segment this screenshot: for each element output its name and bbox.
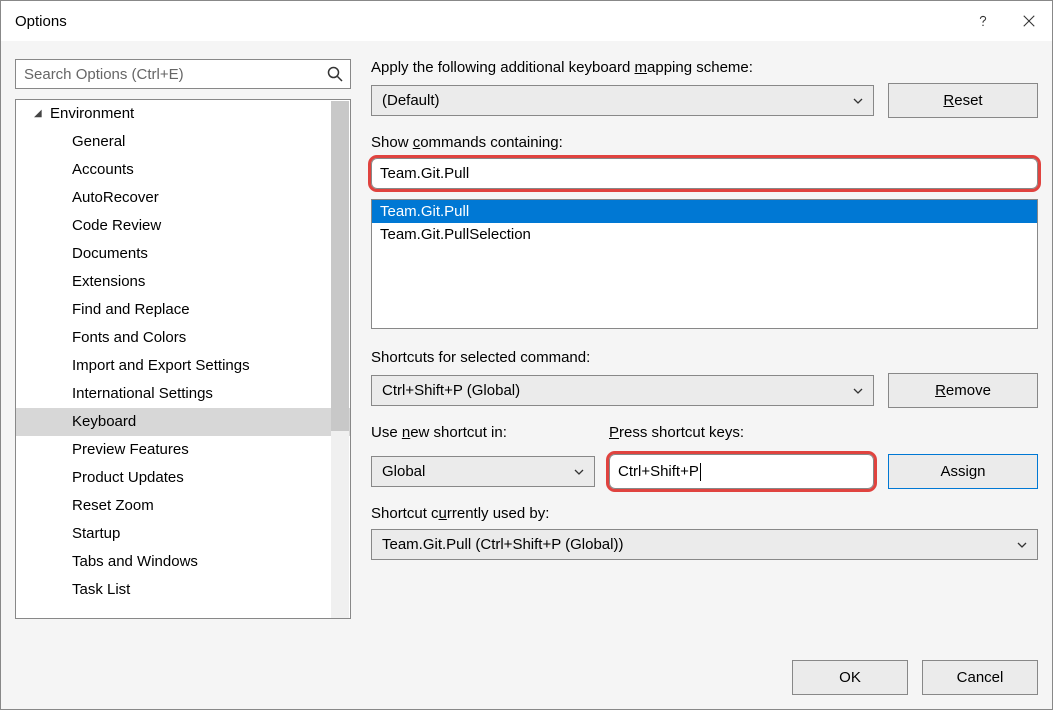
tree-item-product-updates[interactable]: Product Updates <box>16 464 350 492</box>
tree-item-international-settings[interactable]: International Settings <box>16 380 350 408</box>
text-caret <box>700 463 701 481</box>
tree-item-extensions[interactable]: Extensions <box>16 268 350 296</box>
chevron-down-icon <box>572 465 586 483</box>
window-controls <box>960 1 1052 41</box>
assign-button[interactable]: Assign <box>888 454 1038 489</box>
dialog-content: EnvironmentGeneralAccountsAutoRecoverCod… <box>1 41 1052 709</box>
tree-item-autorecover[interactable]: AutoRecover <box>16 184 350 212</box>
use-shortcut-in-value: Global <box>382 463 425 480</box>
dialog-footer: OK Cancel <box>792 660 1038 695</box>
tree-item-reset-zoom[interactable]: Reset Zoom <box>16 492 350 520</box>
currently-used-label: Shortcut currently used by: <box>371 505 1038 522</box>
tree-item-task-list[interactable]: Task List <box>16 576 350 604</box>
shortcuts-combo[interactable]: Ctrl+Shift+P (Global) <box>371 375 874 406</box>
left-column: EnvironmentGeneralAccountsAutoRecoverCod… <box>15 59 351 619</box>
search-options-input[interactable] <box>16 60 350 88</box>
close-icon <box>1022 14 1036 28</box>
tree-item-startup[interactable]: Startup <box>16 520 350 548</box>
mapping-scheme-value: (Default) <box>382 92 440 109</box>
tree-scroll-thumb[interactable] <box>331 101 349 431</box>
close-button[interactable] <box>1006 1 1052 41</box>
chevron-down-icon <box>1015 538 1029 556</box>
mapping-scheme-label: Apply the following additional keyboard … <box>371 59 1038 76</box>
reset-button[interactable]: Reset <box>888 83 1038 118</box>
options-dialog: Options <box>0 0 1053 710</box>
command-filter-value: Team.Git.Pull <box>380 165 469 182</box>
ok-button[interactable]: OK <box>792 660 908 695</box>
shortcuts-label: Shortcuts for selected command: <box>371 349 1038 366</box>
tree-item-code-review[interactable]: Code Review <box>16 212 350 240</box>
commands-listbox[interactable]: Team.Git.PullTeam.Git.PullSelection <box>371 199 1038 329</box>
currently-used-value: Team.Git.Pull (Ctrl+Shift+P (Global)) <box>382 536 623 553</box>
tree-item-keyboard[interactable]: Keyboard <box>16 408 350 436</box>
tree-item-accounts[interactable]: Accounts <box>16 156 350 184</box>
dialog-title: Options <box>15 13 67 30</box>
help-icon <box>976 14 990 28</box>
tree-item-fonts-and-colors[interactable]: Fonts and Colors <box>16 324 350 352</box>
cancel-button[interactable]: Cancel <box>922 660 1038 695</box>
shortcuts-value: Ctrl+Shift+P (Global) <box>382 382 520 399</box>
command-item[interactable]: Team.Git.PullSelection <box>372 223 1037 246</box>
tree-item-find-and-replace[interactable]: Find and Replace <box>16 296 350 324</box>
tree-item-tabs-and-windows[interactable]: Tabs and Windows <box>16 548 350 576</box>
titlebar: Options <box>1 1 1052 41</box>
chevron-down-icon <box>851 94 865 112</box>
command-item[interactable]: Team.Git.Pull <box>372 200 1037 223</box>
options-tree[interactable]: EnvironmentGeneralAccountsAutoRecoverCod… <box>15 99 351 619</box>
tree-item-general[interactable]: General <box>16 128 350 156</box>
press-shortcut-value: Ctrl+Shift+P <box>618 463 699 480</box>
chevron-down-icon <box>851 384 865 402</box>
use-shortcut-in-combo[interactable]: Global <box>371 456 595 487</box>
keyboard-panel: Apply the following additional keyboard … <box>371 59 1038 560</box>
tree-item-documents[interactable]: Documents <box>16 240 350 268</box>
press-shortcut-label: Press shortcut keys: <box>609 424 874 441</box>
search-icon <box>326 65 344 87</box>
use-shortcut-in-label: Use new shortcut in: <box>371 424 595 441</box>
tree-item-import-and-export-settings[interactable]: Import and Export Settings <box>16 352 350 380</box>
mapping-scheme-combo[interactable]: (Default) <box>371 85 874 116</box>
remove-button[interactable]: Remove <box>888 373 1038 408</box>
currently-used-combo[interactable]: Team.Git.Pull (Ctrl+Shift+P (Global)) <box>371 529 1038 560</box>
tree-item-preview-features[interactable]: Preview Features <box>16 436 350 464</box>
press-shortcut-input[interactable]: Ctrl+Shift+P <box>609 454 874 489</box>
command-filter-input[interactable]: Team.Git.Pull <box>371 158 1038 189</box>
help-button[interactable] <box>960 1 1006 41</box>
tree-scrollbar[interactable] <box>331 101 349 619</box>
search-options-wrap[interactable] <box>15 59 351 89</box>
tree-root-environment[interactable]: Environment <box>16 100 350 128</box>
show-commands-label: Show commands containing: <box>371 134 1038 151</box>
